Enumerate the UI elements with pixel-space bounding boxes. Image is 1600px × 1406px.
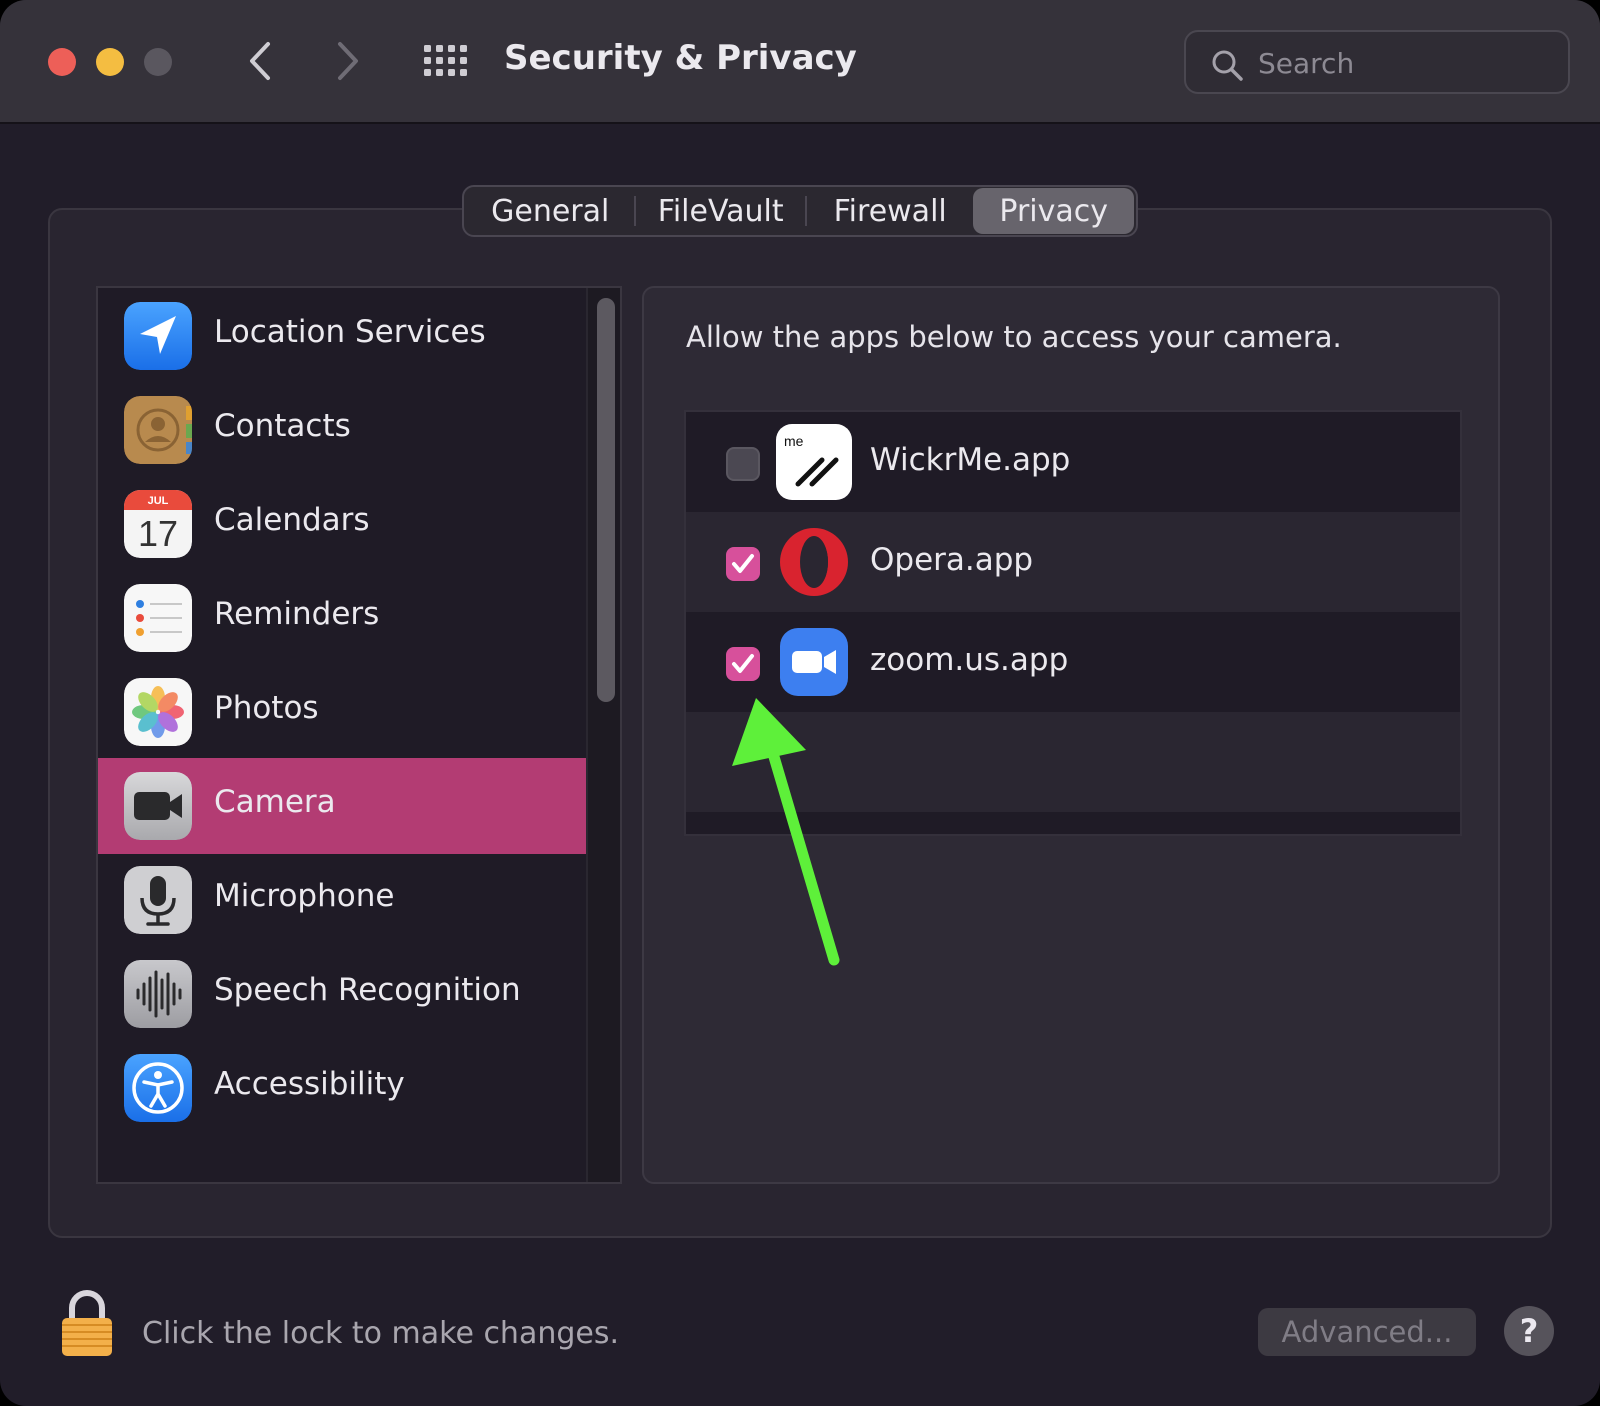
photos-flower-icon xyxy=(124,678,192,746)
lock-icon xyxy=(62,1290,112,1356)
sidebar-item-accessibility[interactable]: Accessibility xyxy=(98,1040,586,1136)
sidebar-item-label: Microphone xyxy=(214,878,395,914)
security-privacy-window: Security & Privacy General FileVault Fir… xyxy=(0,0,1600,1406)
forward-button[interactable] xyxy=(328,38,368,84)
grid-icon xyxy=(424,45,467,76)
tab-bar: General FileVault Firewall Privacy xyxy=(462,185,1138,237)
reminders-list-icon xyxy=(124,584,192,652)
sidebar-item-location-services[interactable]: Location Services xyxy=(98,288,586,384)
sidebar-item-photos[interactable]: Photos xyxy=(98,664,586,760)
wickrme-icon-text: me xyxy=(784,433,804,449)
close-window-button[interactable] xyxy=(48,48,76,76)
sidebar-item-label: Contacts xyxy=(214,408,351,444)
back-button[interactable] xyxy=(240,38,280,84)
sidebar-item-contacts[interactable]: Contacts xyxy=(98,382,586,478)
sidebar-item-label: Accessibility xyxy=(214,1066,405,1102)
help-button[interactable]: ? xyxy=(1504,1306,1554,1356)
sidebar-item-speech-recognition[interactable]: Speech Recognition xyxy=(98,946,586,1042)
camera-icon xyxy=(124,772,192,840)
sidebar-item-label: Speech Recognition xyxy=(214,972,521,1008)
zoom-icon xyxy=(776,624,852,700)
accessibility-icon xyxy=(124,1054,192,1122)
title-bar: Security & Privacy xyxy=(0,0,1600,124)
sidebar-item-label: Calendars xyxy=(214,502,370,538)
minimize-window-button[interactable] xyxy=(96,48,124,76)
microphone-icon xyxy=(124,866,192,934)
app-row-opera[interactable]: Opera.app xyxy=(686,512,1460,612)
contacts-book-icon xyxy=(124,396,192,464)
sidebar-item-reminders[interactable]: Reminders xyxy=(98,570,586,666)
sidebar-item-camera[interactable]: Camera xyxy=(98,758,586,854)
opera-checkbox[interactable] xyxy=(726,547,760,581)
wickrme-checkbox[interactable] xyxy=(726,447,760,481)
show-all-button[interactable] xyxy=(422,44,468,78)
calendar-month-text: JUL xyxy=(148,495,169,507)
location-arrow-icon xyxy=(124,302,192,370)
tab-firewall[interactable]: Firewall xyxy=(807,188,974,234)
search-field[interactable] xyxy=(1184,30,1570,94)
sidebar-item-label: Camera xyxy=(214,784,336,820)
sidebar-item-calendars[interactable]: JUL 17 Calendars xyxy=(98,476,586,572)
search-input[interactable] xyxy=(1258,42,1548,84)
checkmark-icon xyxy=(732,654,754,673)
lock-button[interactable] xyxy=(60,1290,114,1358)
tab-general[interactable]: General xyxy=(466,188,634,234)
annotation-arrow-icon xyxy=(732,698,840,966)
chevron-left-icon xyxy=(250,42,270,80)
scrollbar-thumb[interactable] xyxy=(597,298,615,702)
app-name: zoom.us.app xyxy=(870,642,1069,678)
app-name: Opera.app xyxy=(870,542,1034,578)
sidebar-item-label: Location Services xyxy=(214,314,486,350)
opera-icon xyxy=(776,524,852,600)
search-icon xyxy=(1212,50,1243,81)
waveform-icon xyxy=(124,960,192,1028)
chevron-right-icon xyxy=(338,42,358,80)
calendar-day-text: 17 xyxy=(138,513,178,554)
privacy-category-list[interactable]: Location Services Contacts JUL 17 Calend… xyxy=(96,286,622,1184)
app-row-wickrme[interactable]: me WickrMe.app xyxy=(686,412,1460,512)
advanced-button[interactable]: Advanced... xyxy=(1258,1308,1476,1356)
pane-description: Allow the apps below to access your came… xyxy=(686,320,1342,354)
checkmark-icon xyxy=(732,554,754,573)
app-name: WickrMe.app xyxy=(870,442,1071,478)
tab-privacy[interactable]: Privacy xyxy=(973,188,1134,234)
sidebar-item-label: Reminders xyxy=(214,596,380,632)
sidebar-item-microphone[interactable]: Microphone xyxy=(98,852,586,948)
lock-status-text: Click the lock to make changes. xyxy=(142,1316,620,1351)
wickrme-icon: me xyxy=(776,424,852,500)
window-title: Security & Privacy xyxy=(504,38,857,78)
tab-filevault[interactable]: FileVault xyxy=(636,188,804,234)
sidebar-item-label: Photos xyxy=(214,690,319,726)
zoom-checkbox[interactable] xyxy=(726,647,760,681)
sidebar-scrollbar[interactable] xyxy=(586,288,620,1182)
zoom-window-button[interactable] xyxy=(144,48,172,76)
calendar-icon: JUL 17 xyxy=(124,490,192,558)
